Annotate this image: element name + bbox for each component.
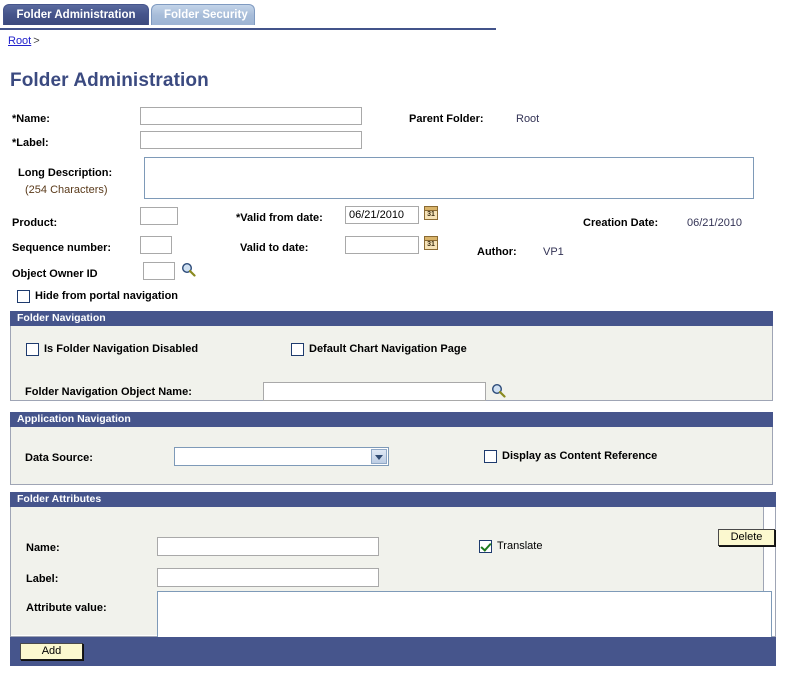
long-description-textarea[interactable] — [144, 157, 754, 199]
breadcrumb-separator: > — [33, 35, 40, 47]
object-owner-id-label: Object Owner ID — [12, 268, 98, 280]
chevron-down-icon[interactable] — [371, 449, 387, 464]
product-label: Product: — [12, 217, 58, 229]
page-title: Folder Administration — [10, 70, 209, 91]
name-label: *Name: — [12, 113, 50, 125]
calendar-icon-day: 31 — [427, 211, 435, 218]
attribute-label-label: Label: — [26, 573, 59, 585]
display-as-content-reference-label: Display as Content Reference — [502, 450, 658, 462]
section-application-navigation: Application Navigation Data Source: Disp… — [10, 412, 773, 485]
parent-folder-label: Parent Folder: — [409, 113, 484, 125]
hide-from-portal-navigation-checkbox[interactable] — [17, 290, 30, 303]
section-folder-navigation: Folder Navigation Is Folder Navigation D… — [10, 311, 773, 401]
author-label: Author: — [477, 246, 517, 258]
translate-checkbox[interactable] — [479, 540, 492, 553]
section-folder-navigation-header: Folder Navigation — [10, 311, 773, 326]
label-input[interactable] — [140, 131, 362, 149]
tab-strip-underline — [0, 28, 496, 30]
valid-from-date-label: *Valid from date: — [236, 212, 323, 224]
breadcrumb-link-root[interactable]: Root — [8, 35, 31, 47]
default-chart-navigation-page-checkbox[interactable] — [291, 343, 304, 356]
folder-navigation-object-name-label: Folder Navigation Object Name: — [25, 386, 192, 398]
translate-label: Translate — [497, 540, 543, 552]
section-folder-attributes-header: Folder Attributes — [10, 492, 776, 507]
calendar-icon-day: 31 — [427, 241, 435, 248]
attribute-label-input[interactable] — [157, 568, 379, 587]
object-owner-id-input[interactable] — [143, 262, 175, 280]
creation-date-label: Creation Date: — [583, 217, 659, 229]
data-source-select[interactable] — [174, 447, 389, 466]
long-description-label: Long Description: — [18, 167, 113, 179]
attribute-name-label: Name: — [26, 542, 60, 554]
calendar-icon-valid-to[interactable]: 31 — [424, 236, 438, 250]
is-folder-navigation-disabled-label: Is Folder Navigation Disabled — [44, 343, 199, 355]
name-input[interactable] — [140, 107, 362, 125]
section-application-navigation-body: Data Source: Display as Content Referenc… — [10, 427, 773, 485]
attribute-value-label: Attribute value: — [26, 602, 107, 614]
tab-folder-administration-label: Folder Administration — [16, 9, 136, 21]
valid-from-date-input[interactable] — [345, 206, 419, 224]
long-description-sublabel: (254 Characters) — [25, 184, 108, 196]
section-folder-navigation-body: Is Folder Navigation Disabled Default Ch… — [10, 326, 773, 401]
attribute-name-input[interactable] — [157, 537, 379, 556]
tab-folder-administration[interactable]: Folder Administration — [3, 4, 149, 25]
creation-date-value: 06/21/2010 — [687, 217, 743, 229]
hide-from-portal-navigation-label: Hide from portal navigation — [35, 290, 179, 302]
search-icon-folder-navigation[interactable] — [491, 383, 506, 398]
section-application-navigation-header: Application Navigation — [10, 412, 773, 427]
calendar-icon[interactable]: 31 — [424, 206, 438, 220]
parent-folder-value: Root — [516, 113, 540, 125]
delete-button[interactable]: Delete — [718, 529, 775, 546]
sequence-number-label: Sequence number: — [12, 242, 112, 254]
data-source-label: Data Source: — [25, 452, 93, 464]
default-chart-navigation-page-label: Default Chart Navigation Page — [309, 343, 467, 355]
search-icon[interactable] — [181, 262, 196, 277]
add-button[interactable]: Add — [20, 643, 83, 660]
attributes-grid-footer: Add — [10, 637, 776, 666]
author-value: VP1 — [543, 246, 564, 258]
folder-navigation-object-name-input[interactable] — [263, 382, 486, 401]
label-label: *Label: — [12, 137, 49, 149]
sequence-number-input[interactable] — [140, 236, 172, 254]
display-as-content-reference-checkbox[interactable] — [484, 450, 497, 463]
attributes-row: Name: Label: Attribute value: Translate … — [11, 507, 775, 646]
breadcrumb: Root > — [8, 35, 40, 47]
section-folder-attributes-body: Name: Label: Attribute value: Translate … — [10, 507, 776, 646]
product-input[interactable] — [140, 207, 178, 225]
tab-strip: Folder Administration Folder Security — [0, 0, 787, 30]
tab-folder-security[interactable]: Folder Security — [151, 4, 255, 25]
valid-to-date-label: Valid to date: — [240, 242, 309, 254]
is-folder-navigation-disabled-checkbox[interactable] — [26, 343, 39, 356]
tab-folder-security-label: Folder Security — [164, 9, 248, 21]
valid-to-date-input[interactable] — [345, 236, 419, 254]
section-folder-attributes: Folder Attributes Name: Label: Attribute… — [10, 492, 776, 666]
